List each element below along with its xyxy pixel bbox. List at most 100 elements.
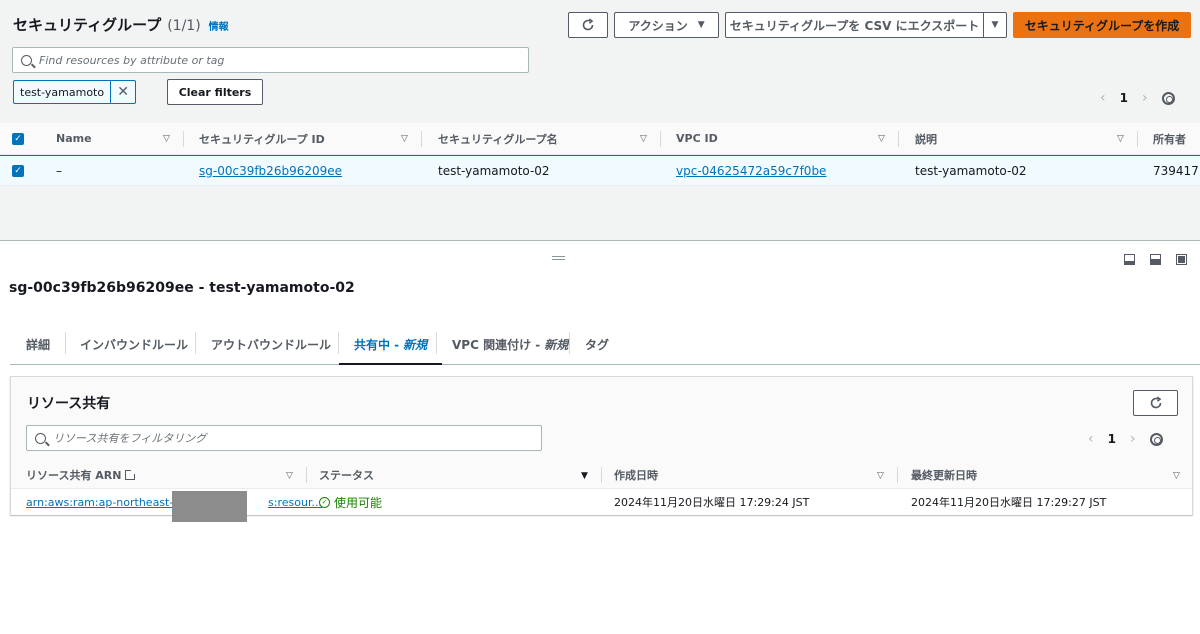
cell-group-id-link[interactable]: sg-00c39fb26b96209ee bbox=[199, 156, 342, 185]
info-link[interactable]: 情報 bbox=[209, 18, 229, 33]
current-page[interactable]: 1 bbox=[1108, 432, 1116, 446]
refresh-button[interactable] bbox=[568, 12, 608, 38]
col-created[interactable]: 作成日時 bbox=[614, 462, 658, 488]
column-divider[interactable] bbox=[421, 131, 422, 147]
external-link-icon bbox=[125, 469, 137, 480]
cell-name: – bbox=[56, 163, 62, 178]
check-circle-icon: ✓ bbox=[319, 496, 330, 508]
filter-token-label: test-yamamoto bbox=[14, 81, 112, 103]
tab-label: インバウンドルール bbox=[80, 338, 189, 352]
sort-icon[interactable]: ▽ bbox=[286, 471, 293, 481]
title-row: セキュリティグループ (1/1) 情報 bbox=[13, 14, 229, 35]
chevron-right-icon[interactable]: › bbox=[1130, 431, 1136, 447]
export-csv-button[interactable]: セキュリティグループを CSV にエクスポート bbox=[725, 12, 983, 38]
cell-status: ✓ 使用可能 bbox=[319, 489, 382, 515]
chevron-left-icon[interactable]: ‹ bbox=[1100, 90, 1106, 106]
resource-share-header: リソース共有 ‹ 1 › bbox=[11, 377, 1192, 462]
resource-share-search-input[interactable] bbox=[53, 431, 533, 445]
col-arn[interactable]: リソース共有 ARN bbox=[26, 462, 137, 488]
col-description[interactable]: 説明 bbox=[915, 123, 937, 154]
col-owner[interactable]: 所有者 bbox=[1153, 123, 1186, 154]
table-row[interactable]: ✓ – sg-00c39fb26b96209ee test-yamamoto-0… bbox=[0, 155, 1200, 186]
actions-dropdown[interactable]: アクション ▼ bbox=[614, 12, 719, 38]
create-security-group-button[interactable]: セキュリティグループを作成 bbox=[1013, 12, 1191, 38]
drag-handle-icon[interactable] bbox=[552, 256, 565, 260]
tab-outbound-rules[interactable]: アウトバウンドルール bbox=[211, 325, 331, 364]
tab-label: VPC 関連付け - bbox=[452, 338, 541, 352]
sort-icon[interactable]: ▽ bbox=[401, 134, 408, 144]
resource-share-pagination: ‹ 1 › bbox=[1088, 431, 1163, 447]
export-dropdown-button[interactable]: ▼ bbox=[983, 12, 1007, 38]
tab-label: 詳細 bbox=[26, 338, 51, 352]
tab-details[interactable]: 詳細 bbox=[26, 325, 50, 364]
resource-share-title: リソース共有 bbox=[27, 396, 111, 412]
clear-filters-button[interactable]: Clear filters bbox=[167, 79, 263, 105]
column-divider[interactable] bbox=[183, 131, 184, 147]
col-arn-label: リソース共有 ARN bbox=[26, 469, 122, 482]
actions-label: アクション bbox=[628, 18, 688, 33]
gear-icon[interactable] bbox=[1149, 432, 1163, 446]
chevron-left-icon[interactable]: ‹ bbox=[1088, 431, 1094, 447]
split-full-icon[interactable] bbox=[1176, 254, 1187, 265]
col-group-id[interactable]: セキュリティグループ ID bbox=[199, 123, 325, 154]
redaction-block bbox=[172, 491, 247, 522]
selection-count: (1/1) bbox=[167, 18, 201, 34]
sort-icon[interactable]: ▽ bbox=[1173, 471, 1180, 481]
security-groups-panel: セキュリティグループ (1/1) 情報 アクション ▼ セキュリティグループを … bbox=[0, 0, 1200, 240]
col-name[interactable]: Name bbox=[56, 123, 92, 154]
tab-sharing[interactable]: 共有中 - 新規 bbox=[339, 325, 443, 365]
refresh-button[interactable] bbox=[1133, 390, 1178, 416]
cell-group-name: test-yamamoto-02 bbox=[438, 163, 550, 178]
sort-icon[interactable]: ▽ bbox=[163, 134, 170, 144]
refresh-icon bbox=[1150, 396, 1161, 409]
sort-active-icon[interactable]: ▼ bbox=[581, 471, 588, 481]
check-icon: ✓ bbox=[12, 164, 24, 177]
split-bottom-icon[interactable] bbox=[1124, 254, 1135, 265]
search-input[interactable] bbox=[39, 53, 520, 67]
resource-share-search[interactable] bbox=[26, 425, 542, 451]
resource-search[interactable] bbox=[12, 47, 529, 73]
col-group-name[interactable]: セキュリティグループ名 bbox=[438, 123, 558, 154]
cell-vpc-id-link[interactable]: vpc-04625472a59c7f0be bbox=[676, 156, 826, 185]
row-checkbox[interactable]: ✓ bbox=[12, 156, 24, 185]
create-label: セキュリティグループを作成 bbox=[1024, 18, 1180, 33]
col-updated[interactable]: 最終更新日時 bbox=[911, 462, 977, 488]
column-divider[interactable] bbox=[898, 131, 899, 147]
sort-icon[interactable]: ▽ bbox=[878, 134, 885, 144]
check-icon: ✓ bbox=[12, 132, 24, 145]
tab-tags[interactable]: タグ bbox=[585, 325, 609, 364]
arn-suffix: s:resour... bbox=[268, 495, 322, 509]
close-icon[interactable]: ✕ bbox=[111, 81, 135, 103]
column-divider[interactable] bbox=[1137, 131, 1138, 147]
sort-icon[interactable]: ▽ bbox=[1117, 134, 1124, 144]
tab-divider bbox=[436, 332, 437, 354]
split-side-icon[interactable] bbox=[1150, 254, 1161, 265]
cell-created: 2024年11月20日水曜日 17:29:24 JST bbox=[614, 496, 810, 509]
select-all-checkbox[interactable]: ✓ bbox=[12, 123, 24, 154]
split-divider[interactable] bbox=[0, 240, 1200, 241]
arn-prefix: arn:aws:ram:ap-northeast-1:1 bbox=[26, 495, 192, 509]
column-divider[interactable] bbox=[306, 467, 307, 483]
cell-owner: 73941710 bbox=[1153, 163, 1200, 178]
column-divider[interactable] bbox=[660, 131, 661, 147]
tab-label: タグ bbox=[585, 338, 610, 352]
status-badge: ✓ 使用可能 bbox=[319, 494, 382, 511]
refresh-icon bbox=[582, 18, 594, 31]
table-header: ✓ Name ▽ セキュリティグループ ID ▽ セキュリティグループ名 ▽ V… bbox=[0, 123, 1200, 155]
tab-vpc-associations[interactable]: VPC 関連付け - 新規 bbox=[452, 325, 568, 364]
column-divider[interactable] bbox=[897, 467, 898, 483]
status-label: 使用可能 bbox=[334, 495, 383, 510]
tab-label: 共有中 - bbox=[354, 338, 400, 352]
col-status[interactable]: ステータス bbox=[319, 462, 374, 488]
page-title: セキュリティグループ bbox=[13, 16, 162, 34]
sort-icon[interactable]: ▽ bbox=[877, 471, 884, 481]
detail-title: sg-00c39fb26b96209ee - test-yamamoto-02 bbox=[9, 280, 355, 296]
column-divider[interactable] bbox=[601, 467, 602, 483]
sort-icon[interactable]: ▽ bbox=[640, 134, 647, 144]
table-row: arn:aws:ram:ap-northeast-1:1 s:resour...… bbox=[11, 489, 1192, 522]
tab-inbound-rules[interactable]: インバウンドルール bbox=[80, 325, 188, 364]
current-page[interactable]: 1 bbox=[1120, 91, 1128, 105]
chevron-right-icon[interactable]: › bbox=[1142, 90, 1148, 106]
gear-icon[interactable] bbox=[1161, 91, 1175, 105]
col-vpc-id[interactable]: VPC ID bbox=[676, 123, 718, 154]
